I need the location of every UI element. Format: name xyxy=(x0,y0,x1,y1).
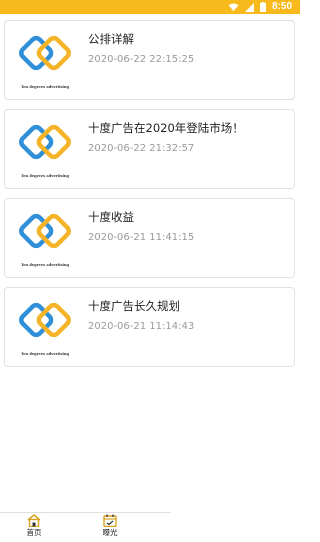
battery-icon xyxy=(259,2,266,12)
tab-bar-divider xyxy=(0,512,171,513)
calendar-icon xyxy=(103,514,117,527)
ten-degrees-logo: Ten degrees advertising xyxy=(19,213,71,267)
article-title: 十度广告长久规划 xyxy=(88,299,180,313)
article-card[interactable]: Ten degrees advertising 十度广告长久规划 2020-06… xyxy=(4,287,295,367)
ten-degrees-logo: Ten degrees advertising xyxy=(19,35,71,89)
article-date: 2020-06-22 22:15:25 xyxy=(88,54,195,65)
article-title: 十度广告在2020年登陆市场！ xyxy=(88,121,244,135)
article-card[interactable]: Ten degrees advertising 公排详解 2020-06-22 … xyxy=(4,20,295,100)
article-date: 2020-06-21 11:41:15 xyxy=(88,232,195,243)
ten-degrees-logo: Ten degrees advertising xyxy=(19,124,71,178)
article-card[interactable]: Ten degrees advertising 十度收益 2020-06-21 … xyxy=(4,198,295,278)
article-title: 公排详解 xyxy=(88,32,134,46)
svg-text:Ten degrees advertising: Ten degrees advertising xyxy=(21,263,70,267)
article-card[interactable]: Ten degrees advertising 十度广告在2020年登陆市场！ … xyxy=(4,109,295,189)
svg-text:Ten degrees advertising: Ten degrees advertising xyxy=(21,174,70,178)
ten-degrees-logo: Ten degrees advertising xyxy=(19,302,71,356)
tab-exposure[interactable]: 曝光 xyxy=(90,514,130,542)
home-icon xyxy=(27,514,41,527)
article-date: 2020-06-22 21:32:57 xyxy=(88,143,195,154)
status-time: 8:50 xyxy=(271,1,292,12)
svg-text:Ten degrees advertising: Ten degrees advertising xyxy=(21,85,70,89)
status-bar: 8:50 xyxy=(0,0,300,14)
tab-home-label: 首页 xyxy=(26,528,42,537)
bottom-tab-bar: 首页 曝光 xyxy=(0,512,300,542)
signal-icon xyxy=(244,2,254,12)
article-date: 2020-06-21 11:14:43 xyxy=(88,321,195,332)
tab-home[interactable]: 首页 xyxy=(14,514,54,542)
tab-exposure-label: 曝光 xyxy=(102,528,118,537)
wifi-icon xyxy=(228,2,239,11)
article-title: 十度收益 xyxy=(88,210,134,224)
svg-text:Ten degrees advertising: Ten degrees advertising xyxy=(21,352,70,356)
